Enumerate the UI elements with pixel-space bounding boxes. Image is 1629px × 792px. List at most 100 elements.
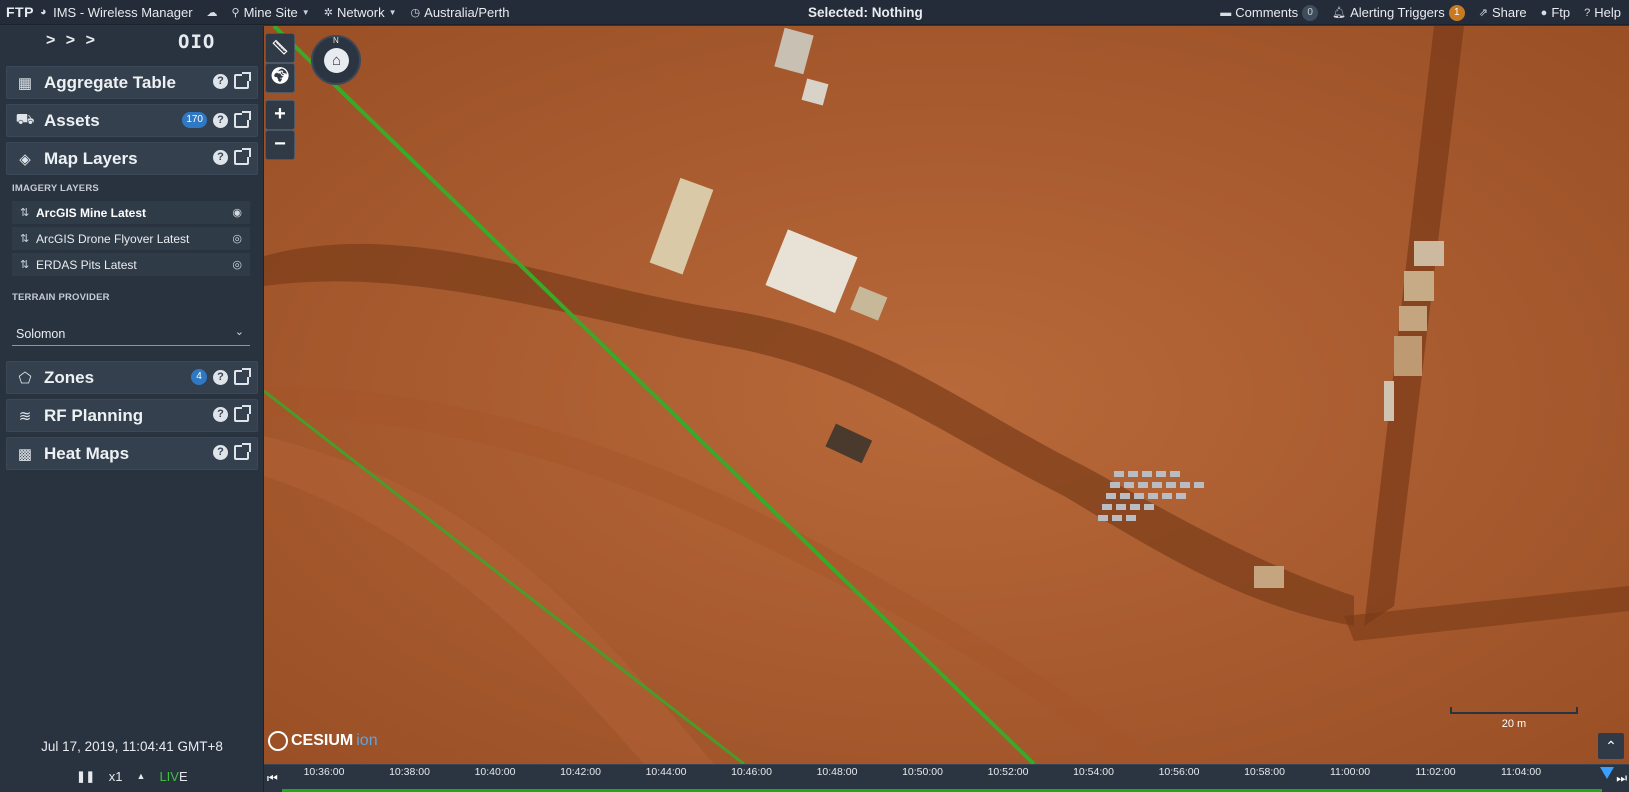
playback-controls: ❚❚ x1 ▲ LIVE <box>0 766 264 786</box>
zoom-in-button[interactable]: + <box>265 100 295 130</box>
help-icon[interactable]: ? <box>213 445 228 460</box>
scale-label: 20 m <box>1501 718 1527 730</box>
external-link-icon[interactable] <box>234 405 251 422</box>
user-button[interactable]: ● Ftp <box>1541 5 1570 20</box>
live-button[interactable]: LIVE <box>159 769 187 784</box>
help-icon[interactable]: ? <box>213 150 228 165</box>
sidebar-logo: OIO <box>178 31 216 53</box>
help-icon[interactable]: ? <box>213 369 228 385</box>
help-icon[interactable]: ? <box>213 407 228 422</box>
panel-title: Map Layers <box>44 148 138 168</box>
timeline-tick-label: 11:02:00 <box>1415 766 1456 778</box>
bell-icon: 🔔︎ <box>1332 7 1347 19</box>
cesium-ion-logo[interactable]: CESIUM ion <box>268 731 378 751</box>
skip-forward-icon[interactable]: ⏭︎ <box>1616 771 1627 786</box>
timeline-tick-label: 10:54:00 <box>1073 766 1114 778</box>
timeline-tick-label: 10:44:00 <box>645 766 687 778</box>
current-time: Jul 17, 2019, 11:04:41 GMT+8 <box>41 739 223 754</box>
user-icon: ● <box>1540 6 1548 19</box>
timeline-tick-label: 10:36:00 <box>303 766 345 778</box>
grid-icon: ▩ <box>17 445 33 463</box>
panel-rf-planning[interactable]: ≋ RF Planning ? <box>6 399 258 432</box>
map-viewer[interactable]: 📏︎ 🌍︎ N ⌂ + − CESIUM ion 20 m ⌃ <box>264 26 1629 764</box>
selection-status: Selected: Nothing <box>808 5 923 20</box>
external-link-icon[interactable] <box>234 443 251 460</box>
timeline-tick-label: 10:52:00 <box>987 766 1029 778</box>
alerting-triggers-button[interactable]: 🔔︎ Alerting Triggers 1 <box>1332 4 1465 21</box>
terrain-provider-label: TERRAIN PROVIDER <box>12 292 110 303</box>
timezone-label: Australia/Perth <box>424 4 510 20</box>
caret-up-icon[interactable]: ▲ <box>137 771 146 781</box>
timeline-tick-label: 11:04:00 <box>1500 766 1542 778</box>
polygon-icon: ⬠ <box>18 369 32 387</box>
external-link-icon[interactable] <box>234 367 251 385</box>
help-button[interactable]: ? Help <box>1584 5 1621 20</box>
truck-icon: ⛟ <box>15 111 35 128</box>
timeline-tick-label: 10:56:00 <box>1158 766 1200 778</box>
sort-icon[interactable]: ⇅ <box>20 206 32 219</box>
share-button[interactable]: ⇗ Share <box>1479 5 1527 20</box>
mine-site-menu[interactable]: ⚲ Mine Site ▼ <box>232 5 310 20</box>
compass-north-label: N <box>333 36 339 45</box>
layers-icon: ◈ <box>19 150 31 168</box>
alerting-label: Alerting Triggers <box>1350 5 1445 20</box>
help-icon[interactable]: ? <box>213 112 228 128</box>
panel-zones[interactable]: ⬠ Zones 4 ? <box>6 361 258 394</box>
mine-site-label: Mine Site <box>243 4 298 20</box>
panel-title: RF Planning <box>44 405 144 425</box>
comments-count-badge: 0 <box>1302 4 1319 21</box>
panel-title: Zones <box>44 367 95 387</box>
globe-icon[interactable]: 🌍︎ <box>265 63 295 93</box>
external-link-icon[interactable] <box>234 72 251 89</box>
timeline[interactable]: ⏮︎ 10:36:00 10:38:00 10:40:00 10:42:00 10:44… <box>264 764 1629 792</box>
sidebar: > > > OIO ▦ Aggregate Table ? ⛟ Assets 1… <box>0 26 264 792</box>
comments-label: Comments <box>1235 5 1299 20</box>
panel-map-layers[interactable]: ◈ Map Layers ? <box>6 142 258 175</box>
speed-label[interactable]: x1 <box>109 769 123 784</box>
help-icon[interactable]: ? <box>213 74 228 89</box>
compass-widget[interactable]: N ⌂ <box>311 35 361 85</box>
external-link-icon[interactable] <box>234 110 251 128</box>
timeline-now-marker[interactable] <box>1600 767 1614 779</box>
layer-erdas-pits-latest[interactable]: ⇅ ERDAS Pits Latest ◎ <box>12 253 250 277</box>
live-prefix: LIV <box>159 768 179 784</box>
zoom-out-button[interactable]: − <box>265 130 295 160</box>
sidebar-toggle-arrows[interactable]: > > > <box>46 32 98 50</box>
scale-bar-line <box>1450 707 1578 714</box>
timeline-tick-label: 10:46:00 <box>731 766 772 778</box>
brand-logo[interactable]: FTP ◕ <box>6 4 47 20</box>
panel-aggregate-table[interactable]: ▦ Aggregate Table ? <box>6 66 258 99</box>
skip-back-icon[interactable]: ⏮︎ <box>267 771 278 786</box>
pause-icon[interactable]: ❚❚ <box>76 770 94 783</box>
panel-assets[interactable]: ⛟ Assets 170 ? <box>6 104 258 137</box>
chevron-up-icon[interactable]: ⌃ <box>1598 733 1624 759</box>
layer-arcgis-mine-latest[interactable]: ⇅ ArcGIS Mine Latest ◉ <box>12 201 250 225</box>
timezone-button[interactable]: ◷ Australia/Perth <box>411 5 510 20</box>
panel-heat-maps[interactable]: ▩ Heat Maps ? <box>6 437 258 470</box>
share-icon: ⇗ <box>1478 7 1488 19</box>
sort-icon[interactable]: ⇅ <box>20 232 32 245</box>
cloud-icon[interactable]: ☁ <box>207 6 218 19</box>
ruler-icon[interactable]: 📏︎ <box>265 33 295 63</box>
home-icon[interactable]: ⌂ <box>324 48 349 73</box>
layer-arcgis-drone-flyover[interactable]: ⇅ ArcGIS Drone Flyover Latest ◎ <box>12 227 250 251</box>
layer-name: ArcGIS Drone Flyover Latest <box>36 231 190 246</box>
network-menu[interactable]: ✲ Network ▼ <box>324 5 397 20</box>
eye-slash-icon[interactable]: ◎ <box>232 258 242 271</box>
caret-down-icon: ▼ <box>301 7 310 17</box>
comment-icon: ▬ <box>1220 6 1232 19</box>
sort-icon[interactable]: ⇅ <box>20 258 32 271</box>
zones-count-badge: 4 <box>191 369 207 385</box>
cesium-logo-icon <box>268 731 288 751</box>
share-label: Share <box>1491 5 1527 20</box>
eye-icon[interactable]: ◉ <box>232 206 242 219</box>
alerting-count-badge: 1 <box>1448 4 1465 21</box>
terrain-value: Solomon <box>16 326 66 341</box>
live-suffix: E <box>178 768 188 784</box>
cesium-text: CESIUM <box>291 732 354 749</box>
terrain-provider-select[interactable]: Solomon ⌄ <box>12 322 250 346</box>
external-link-icon[interactable] <box>234 148 251 165</box>
timeline-tick-label: 10:50:00 <box>902 766 943 778</box>
eye-slash-icon[interactable]: ◎ <box>232 232 242 245</box>
comments-button[interactable]: ▬ Comments 0 <box>1220 4 1319 21</box>
